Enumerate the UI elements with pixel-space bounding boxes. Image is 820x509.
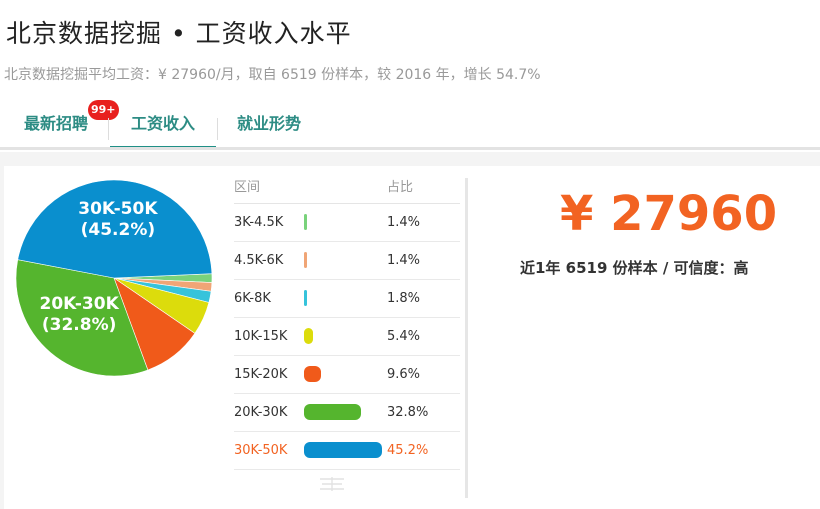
ratio-bar — [304, 442, 382, 458]
ratio-bar — [304, 252, 307, 268]
slice-percent: (32.8%) — [42, 315, 117, 335]
slice-percent: (45.2%) — [81, 220, 156, 240]
average-salary: ¥ 27960 — [560, 186, 778, 242]
table-row: 3K-4.5K 1.4% — [234, 204, 460, 242]
range-label: 10K-15K — [234, 329, 288, 344]
ratio-value: 45.2% — [387, 443, 429, 458]
table-row: 4.5K-6K 1.4% — [234, 242, 460, 280]
tabs-underline — [0, 147, 820, 150]
bar-track — [304, 394, 384, 431]
salary-range-table: 区间 占比 3K-4.5K 1.4% 4.5K-6K 1.4% 6K-8K 1.8% 10K… — [234, 176, 460, 470]
bar-track — [304, 280, 384, 317]
ratio-bar — [304, 214, 307, 230]
bar-track — [304, 432, 384, 469]
slice-label: 30K-50K — [78, 199, 158, 219]
table-header: 区间 占比 — [234, 176, 460, 204]
table-row: 6K-8K 1.8% — [234, 280, 460, 318]
ratio-value: 1.8% — [387, 291, 421, 306]
slice-label: 20K-30K — [40, 294, 120, 314]
ratio-value: 5.4% — [387, 329, 421, 344]
range-label: 6K-8K — [234, 291, 271, 306]
bar-track — [304, 204, 384, 241]
table-row: 10K-15K 5.4% — [234, 318, 460, 356]
page-subtitle: 北京数据挖掘平均工资：¥ 27960/月，取自 6519 份样本，较 2016 … — [4, 67, 541, 83]
tab-label: 就业形势 — [236, 114, 301, 133]
tab-label: 工资收入 — [130, 114, 195, 133]
ratio-value: 1.4% — [387, 215, 421, 230]
bar-track — [304, 356, 384, 393]
page-title: 北京数据挖掘 • 工资收入水平 — [6, 19, 352, 48]
ratio-bar — [304, 290, 308, 306]
tab-employment[interactable]: 就业形势 — [230, 112, 308, 146]
table-row: 20K-30K 32.8% — [234, 394, 460, 432]
tab-label: 最新招聘 — [23, 114, 88, 133]
table-row: 30K-50K 45.2% — [234, 432, 460, 470]
watermark-icon — [320, 477, 344, 491]
range-label: 4.5K-6K — [234, 253, 284, 268]
table-row: 15K-20K 9.6% — [234, 356, 460, 394]
ratio-bar — [304, 366, 321, 382]
range-label: 20K-30K — [234, 405, 288, 420]
header-range: 区间 — [234, 180, 261, 195]
table-body: 3K-4.5K 1.4% 4.5K-6K 1.4% 6K-8K 1.8% 10K-15K 5.… — [234, 204, 460, 470]
range-label: 30K-50K — [234, 443, 288, 458]
tab-salary[interactable]: 工资收入 — [110, 112, 216, 150]
bar-track — [304, 318, 384, 355]
ratio-value: 9.6% — [387, 367, 421, 382]
ratio-bar — [304, 328, 314, 344]
header-ratio: 占比 — [387, 180, 414, 195]
salary-pie-chart: 30K-50K(45.2%) 20K-30K(32.8%) — [15, 180, 213, 377]
range-label: 15K-20K — [234, 367, 288, 382]
bar-track — [304, 242, 384, 279]
sample-info: 近1年 6519 份样本 / 可信度：高 — [520, 259, 749, 277]
tab-divider — [108, 118, 109, 140]
tab-divider — [217, 118, 218, 140]
tab-latest-jobs[interactable]: 最新招聘 — [18, 112, 94, 146]
ratio-value: 1.4% — [387, 253, 421, 268]
tab-bar: 最新招聘 99+ 工资收入 就业形势 — [0, 100, 820, 150]
range-label: 3K-4.5K — [234, 215, 284, 230]
ratio-value: 32.8% — [387, 405, 429, 420]
ratio-bar — [304, 404, 361, 420]
vertical-divider — [465, 178, 468, 498]
